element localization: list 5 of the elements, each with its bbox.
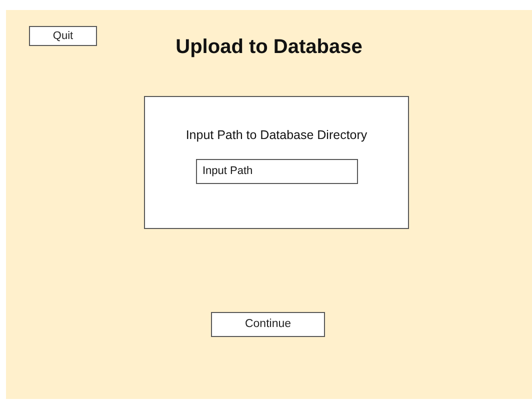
quit-button[interactable]: Quit: [29, 26, 97, 46]
page-title: Upload to Database: [176, 35, 362, 59]
continue-button[interactable]: Continue: [211, 312, 325, 337]
path-input-field[interactable]: Input Path: [196, 158, 358, 184]
path-label: Input Path to Database Directory: [186, 127, 368, 144]
